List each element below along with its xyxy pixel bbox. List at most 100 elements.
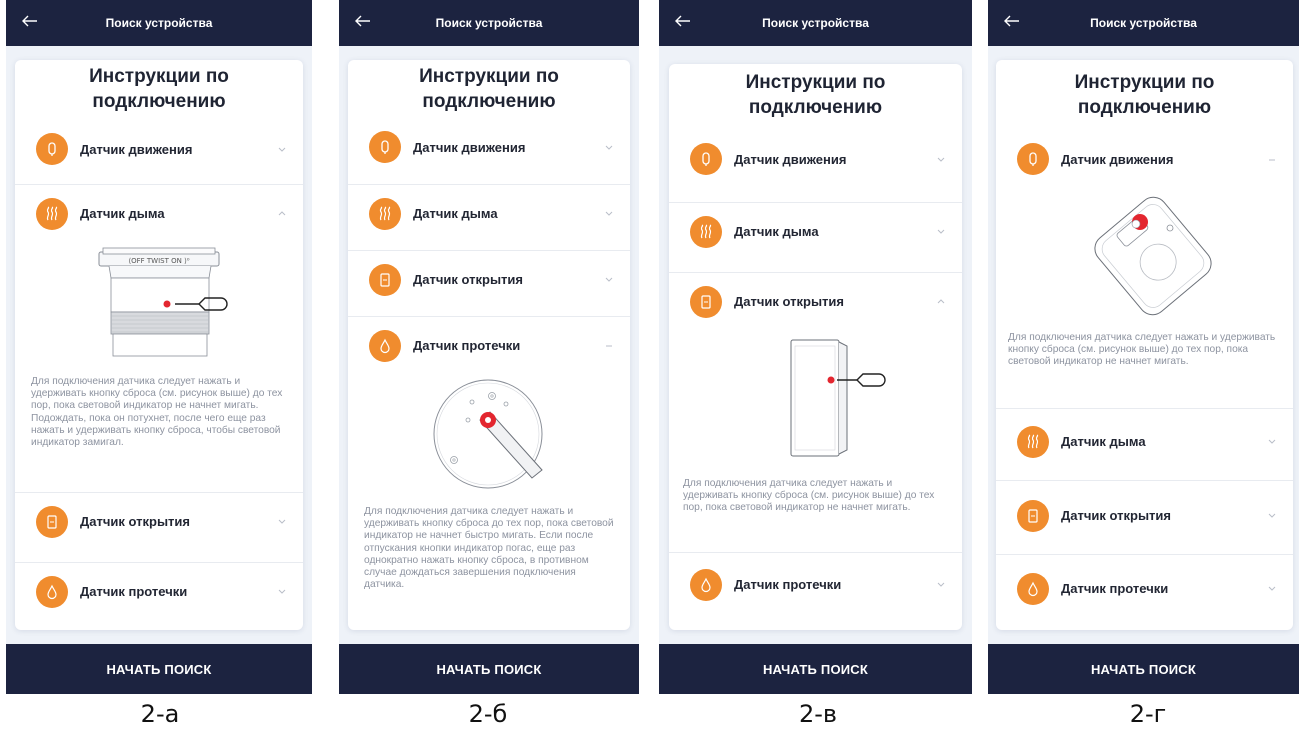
header-title: Поиск устройства (105, 16, 213, 30)
top-bar: Поиск устройства (659, 0, 972, 46)
door-sensor-icon (36, 505, 68, 538)
smoke-sensor-icon (1017, 425, 1049, 458)
screen-2g: Поиск устройства Инструкции по подключени… (988, 0, 1299, 694)
leak-sensor-icon (369, 329, 401, 362)
row-label: Датчик открытия (734, 294, 844, 309)
instruction-text: Для подключения датчика следует нажать и… (364, 506, 614, 591)
row-motion-sensor[interactable]: Датчик движения (348, 118, 630, 176)
screen-2v: Поиск устройства Инструкции по подключени… (659, 0, 972, 694)
instruction-text: Для подключения датчика следует нажать и… (31, 376, 283, 449)
row-label: Датчик движения (80, 141, 193, 157)
chevron-up-icon (936, 297, 946, 307)
row-label: Датчик открытия (413, 272, 523, 287)
row-smoke-sensor[interactable]: Датчик дыма (15, 184, 303, 242)
leak-sensor-icon (36, 575, 68, 608)
row-door-sensor[interactable]: Датчик открытия (348, 250, 630, 308)
row-leak-sensor[interactable]: Датчик протечки (348, 316, 630, 374)
chevron-down-icon (1267, 584, 1277, 594)
row-label: Датчик дыма (1061, 434, 1146, 449)
row-label: Датчик дыма (413, 206, 498, 221)
start-search-label: НАЧАТЬ ПОИСК (1090, 661, 1197, 677)
top-bar: Поиск устройства (6, 0, 312, 46)
door-sensor-icon (369, 263, 401, 296)
chevron-down-icon (604, 209, 614, 219)
row-door-sensor[interactable]: Датчик открытия (996, 480, 1293, 550)
row-smoke-sensor[interactable]: Датчик дыма (669, 202, 962, 260)
smoke-detector-illustration: ⟨OFF TWIST ON ⟩⁰ (98, 247, 228, 357)
back-arrow-icon[interactable] (1002, 11, 1022, 31)
top-bar: Поиск устройства (988, 0, 1299, 46)
top-bar: Поиск устройства (339, 0, 639, 46)
row-smoke-sensor[interactable]: Датчик дыма (348, 184, 630, 242)
leak-sensor-icon (690, 568, 722, 601)
row-label: Датчик движения (1061, 151, 1174, 167)
row-label: Датчик дыма (734, 224, 819, 239)
leak-sensor-icon (1017, 572, 1049, 605)
smoke-sensor-icon (690, 215, 722, 248)
screen-2b: Поиск устройства Инструкции по подключени… (339, 0, 639, 694)
chevron-up-icon (277, 209, 287, 219)
back-arrow-icon[interactable] (673, 11, 693, 31)
row-leak-sensor[interactable]: Датчик протечки (669, 552, 962, 616)
chevron-down-icon (936, 580, 946, 590)
row-label: Датчик открытия (80, 514, 190, 529)
row-door-sensor[interactable]: Датчик открытия (669, 272, 962, 330)
instructions-card: Инструкции по подключению Датчик движения… (348, 60, 630, 630)
start-search-label: НАЧАТЬ ПОИСК (436, 661, 542, 677)
chevron-up-icon (604, 341, 614, 351)
row-leak-sensor[interactable]: Датчик протечки (15, 562, 303, 620)
chevron-down-icon (936, 227, 946, 237)
back-arrow-icon[interactable] (20, 11, 40, 31)
instruction-text: Для подключения датчика следует нажать и… (683, 478, 935, 514)
instruction-text: Для подключения датчика следует нажать и… (1008, 332, 1276, 368)
caption-2b: 2-б (468, 700, 508, 728)
chevron-down-icon (277, 517, 287, 527)
chevron-down-icon (1267, 437, 1277, 447)
row-motion-sensor[interactable]: Датчик движения (669, 130, 962, 188)
row-label: Датчик движения (734, 151, 847, 167)
start-search-button[interactable]: НАЧАТЬ ПОИСК (988, 644, 1299, 694)
row-motion-sensor[interactable]: Датчик движения (996, 130, 1293, 188)
instructions-card: Инструкции по подключению Датчик движения… (15, 60, 303, 630)
page-title: Инструкции по подключению (745, 72, 886, 118)
chevron-down-icon (277, 144, 287, 154)
caption-2v: 2-в (798, 700, 838, 728)
instructions-card: Инструкции по подключению Датчик движения… (996, 60, 1293, 630)
door-sensor-icon (690, 285, 722, 318)
motion-sensor-icon (369, 131, 401, 163)
chevron-down-icon (277, 587, 287, 597)
row-label: Датчик протечки (734, 577, 842, 592)
motion-sensor-icon (690, 143, 722, 175)
chevron-up-icon (1267, 154, 1277, 164)
screen-2a: Поиск устройства Инструкции по подключени… (6, 0, 312, 694)
start-search-label: НАЧАТЬ ПОИСК (762, 661, 869, 677)
instructions-card: Инструкции по подключению Датчик движения… (669, 64, 962, 630)
motion-sensor-illustration (1094, 196, 1212, 316)
door-sensor-illustration (790, 339, 886, 457)
row-label: Датчик открытия (1061, 508, 1171, 523)
start-search-button[interactable]: НАЧАТЬ ПОИСК (339, 644, 639, 694)
row-label: Датчик движения (413, 139, 526, 155)
motion-sensor-icon (1017, 143, 1049, 175)
header-title: Поиск устройства (435, 16, 543, 30)
chevron-down-icon (604, 275, 614, 285)
page-title: Инструкции по подключению (1074, 72, 1215, 118)
chevron-down-icon (1267, 511, 1277, 521)
leak-sensor-illustration (433, 379, 543, 489)
start-search-button[interactable]: НАЧАТЬ ПОИСК (659, 644, 972, 694)
row-leak-sensor[interactable]: Датчик протечки (996, 554, 1293, 622)
row-motion-sensor[interactable]: Датчик движения (15, 120, 303, 178)
row-label: Датчик протечки (413, 338, 521, 353)
start-search-button[interactable]: НАЧАТЬ ПОИСК (6, 644, 312, 694)
smoke-sensor-icon (36, 197, 68, 230)
row-label: Датчик дыма (80, 206, 165, 221)
page-title: Инструкции по подключению (419, 66, 559, 112)
chevron-down-icon (936, 154, 946, 164)
motion-sensor-icon (36, 133, 68, 165)
row-door-sensor[interactable]: Датчик открытия (15, 492, 303, 550)
row-smoke-sensor[interactable]: Датчик дыма (996, 408, 1293, 474)
back-arrow-icon[interactable] (353, 11, 373, 31)
twist-lock-label: ⟨OFF TWIST ON ⟩⁰ (128, 257, 189, 265)
caption-2a: 2-а (140, 700, 180, 728)
smoke-sensor-icon (369, 197, 401, 230)
